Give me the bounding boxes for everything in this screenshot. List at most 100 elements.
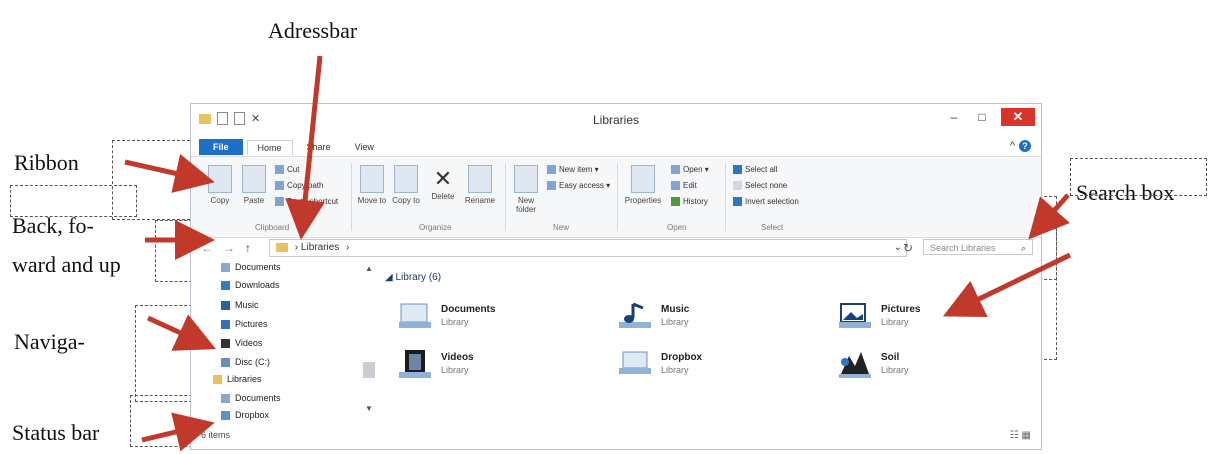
back-forward-callout-line2: ward and up: [12, 252, 121, 277]
select-group-label: Select: [761, 223, 784, 232]
cut-button[interactable]: Cut: [275, 165, 299, 175]
window-title: Libraries: [592, 113, 640, 127]
collapse-ribbon-icon[interactable]: ^: [1010, 140, 1015, 152]
copy-to-button[interactable]: Copy to: [391, 165, 421, 205]
ribbon-separator: [351, 163, 352, 231]
open-button[interactable]: Open ▾: [671, 165, 709, 175]
organize-group-label: Organize: [419, 223, 452, 232]
nav-item-label: Music: [235, 300, 259, 310]
search-icon: ⌕: [1020, 243, 1026, 253]
edit-button[interactable]: Edit: [671, 181, 697, 191]
nav-item-music[interactable]: Music: [221, 300, 259, 311]
close-button[interactable]: ✕: [1001, 108, 1035, 126]
library-item-music[interactable]: Music Library: [617, 300, 807, 340]
nav-item-disc[interactable]: Disc (C:): [221, 357, 270, 368]
move-to-button[interactable]: Move to: [357, 165, 387, 205]
invert-selection-button[interactable]: Invert selection: [733, 197, 799, 207]
library-item-soil[interactable]: Soil Library: [837, 348, 1027, 388]
library-item-videos[interactable]: Videos Library: [397, 348, 587, 388]
nav-item-downloads[interactable]: Downloads: [221, 280, 280, 291]
new-item-button[interactable]: New item ▾: [547, 165, 599, 175]
status-bar: 6 items ☷ ▦: [191, 426, 1041, 446]
address-dropdown[interactable]: ⌄: [894, 240, 902, 256]
library-name: Soil: [881, 352, 900, 363]
delete-button[interactable]: ✕ Delete: [427, 165, 459, 201]
nav-item-documents-2[interactable]: Documents: [221, 393, 281, 404]
new-folder-button[interactable]: New folder: [511, 165, 541, 214]
tab-share[interactable]: Share: [297, 140, 341, 154]
copy-button[interactable]: Copy: [205, 165, 235, 205]
select-all-icon: [733, 165, 742, 175]
pictures-icon: [221, 320, 230, 330]
select-none-button[interactable]: Select none: [733, 181, 788, 191]
select-none-icon: [733, 181, 742, 191]
nav-item-label: Disc (C:): [235, 357, 270, 367]
navigation-dashed-box: [135, 305, 197, 402]
library-name: Documents: [441, 304, 496, 315]
navigation-scrollbar[interactable]: ▲ ▼: [363, 264, 375, 414]
search-placeholder: Search Libraries: [930, 243, 996, 253]
history-button[interactable]: History: [671, 197, 708, 207]
properties-label: Properties: [624, 196, 662, 205]
paste-button[interactable]: Paste: [239, 165, 269, 205]
up-button[interactable]: ↑: [245, 241, 251, 255]
scroll-down-arrow[interactable]: ▼: [363, 404, 375, 413]
dropbox-library-icon: [619, 351, 651, 374]
copy-to-icon: [394, 165, 418, 193]
rename-label: Rename: [464, 196, 496, 205]
rename-button[interactable]: Rename: [463, 165, 497, 205]
library-name: Music: [661, 304, 690, 315]
easy-access-button[interactable]: Easy access ▾: [547, 181, 611, 191]
invert-selection-icon: [733, 197, 742, 207]
soil-library-icon: [839, 352, 871, 378]
select-all-label: Select all: [745, 165, 778, 174]
library-type: Library: [441, 365, 469, 375]
library-type: Library: [661, 317, 689, 327]
status-bar-callout: Status bar: [12, 420, 100, 445]
edit-label: Edit: [683, 181, 697, 190]
nav-item-label: Dropbox: [235, 410, 270, 420]
nav-item-label: Downloads: [235, 280, 280, 290]
refresh-button[interactable]: ↻: [903, 241, 913, 255]
back-button[interactable]: ←: [201, 241, 213, 255]
library-name: Pictures: [881, 304, 921, 315]
nav-item-documents[interactable]: Documents: [221, 262, 281, 273]
library-item-pictures[interactable]: Pictures Library: [837, 300, 1027, 340]
libraries-folder-icon: [276, 242, 288, 252]
select-none-label: Select none: [745, 181, 788, 190]
library-item-dropbox[interactable]: Dropbox Library: [617, 348, 807, 388]
nav-item-libraries[interactable]: Libraries: [213, 374, 262, 385]
help-icon[interactable]: ?: [1019, 140, 1031, 152]
delete-icon: ✕: [433, 166, 453, 191]
address-bar[interactable]: › Libraries › ⌄: [269, 239, 907, 257]
minimize-button[interactable]: –: [945, 110, 963, 124]
tab-home[interactable]: Home: [246, 139, 293, 155]
library-item-documents[interactable]: Documents Library: [397, 300, 587, 340]
properties-button[interactable]: Properties: [623, 165, 663, 205]
search-input[interactable]: Search Libraries ⌕: [923, 239, 1033, 255]
move-to-label: Move to: [357, 196, 387, 205]
scroll-thumb[interactable]: [363, 362, 375, 378]
videos-library-icon: [399, 350, 431, 378]
navigation-pane: Documents Downloads Music Pictures Video…: [191, 260, 361, 425]
copy-path-button[interactable]: Copy path: [275, 181, 323, 191]
nav-item-pictures[interactable]: Pictures: [221, 319, 268, 330]
window-controls: – □ ✕: [945, 108, 1035, 126]
paste-shortcut-button[interactable]: Paste shortcut: [275, 197, 338, 207]
back-callout-box: [10, 185, 137, 217]
tab-view[interactable]: View: [345, 140, 384, 154]
library-type: Library: [881, 365, 909, 375]
library-type: Library: [441, 317, 469, 327]
view-toggle-icons[interactable]: ☷ ▦: [1010, 430, 1031, 441]
open-label: Open ▾: [683, 165, 709, 174]
easy-access-label: Easy access ▾: [559, 181, 611, 190]
nav-item-dropbox[interactable]: Dropbox: [221, 410, 270, 421]
library-group-header[interactable]: ◢ Library (6): [385, 272, 441, 283]
select-all-button[interactable]: Select all: [733, 165, 778, 175]
maximize-button[interactable]: □: [973, 110, 991, 124]
scroll-up-arrow[interactable]: ▲: [363, 264, 375, 273]
forward-button[interactable]: →: [223, 241, 235, 255]
nav-item-videos[interactable]: Videos: [221, 338, 262, 349]
easy-access-icon: [547, 181, 556, 191]
tab-file[interactable]: File: [199, 139, 243, 155]
